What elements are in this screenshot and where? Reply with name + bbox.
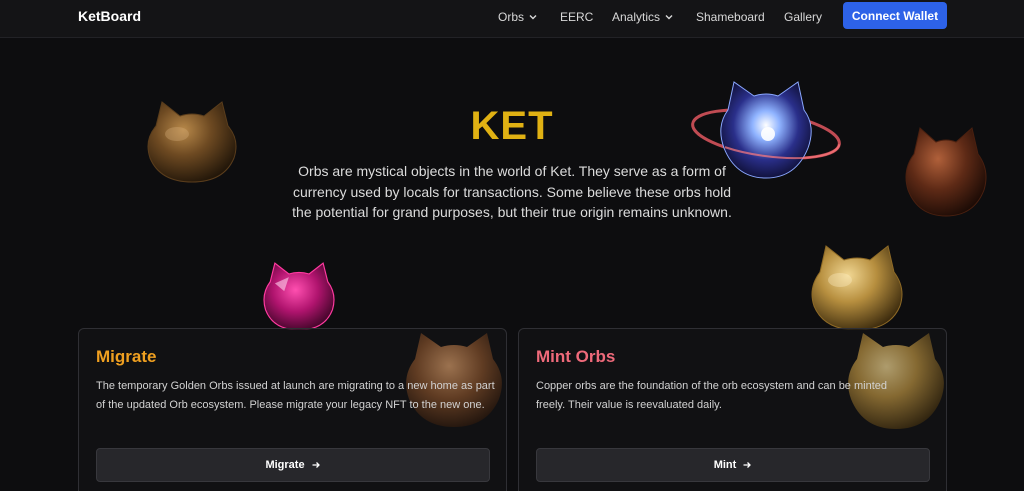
migrate-card: Migrate The temporary Golden Orbs issued… [78, 328, 507, 491]
nav-eerc-label: EERC [560, 10, 594, 24]
migrate-card-title: Migrate [96, 347, 157, 366]
nav-gallery-label: Gallery [784, 10, 823, 24]
nav-orbs[interactable]: Orbs [498, 10, 538, 24]
brand-logo[interactable]: KetBoard [78, 8, 141, 24]
migrate-button-label: Migrate [265, 459, 305, 471]
gold-orb-image [811, 245, 903, 330]
nav-analytics[interactable]: Analytics [612, 10, 674, 24]
mint-orbs-card-title: Mint Orbs [536, 347, 616, 366]
nav-gallery[interactable]: Gallery [784, 10, 822, 24]
nav-analytics-label: Analytics [612, 10, 661, 24]
connect-wallet-button[interactable]: Connect Wallet [843, 2, 947, 29]
arrow-right-icon [743, 462, 752, 468]
mint-orbs-card: Mint Orbs Copper orbs are the foundation… [518, 328, 947, 491]
arrow-right-icon [312, 462, 320, 468]
mint-orbs-card-text: Copper orbs are the foundation of the or… [536, 380, 887, 411]
navbar: KetBoard Orbs EERC Analytics Shameboard … [0, 0, 1024, 38]
mint-button-label: Mint [713, 459, 737, 471]
hero-description: Orbs are mystical objects in the world o… [292, 163, 732, 220]
hero-title: KET [470, 104, 554, 148]
nav-shameboard-label: Shameboard [696, 10, 765, 24]
migrate-card-text: The temporary Golden Orbs issued at laun… [96, 380, 495, 411]
chevron-down-icon [529, 15, 537, 20]
nav-eerc[interactable]: EERC [560, 10, 593, 24]
chevron-down-icon [665, 15, 673, 20]
magenta-orb-image [263, 262, 335, 330]
migrate-button[interactable]: Migrate [96, 448, 490, 482]
nav-shameboard[interactable]: Shameboard [696, 10, 765, 24]
nav-orbs-label: Orbs [498, 10, 525, 24]
mint-button[interactable]: Mint [536, 448, 930, 482]
